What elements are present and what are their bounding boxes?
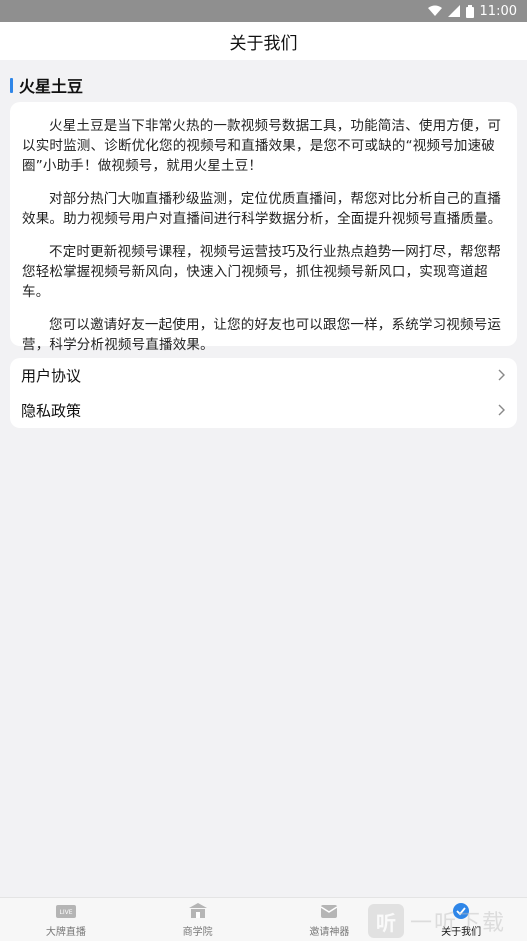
about-paragraph: 火星土豆是当下非常火热的一款视频号数据工具，功能简洁、使用方便，可以实时监测、诊… (22, 118, 502, 174)
tab-about[interactable]: 关于我们 (395, 898, 527, 941)
chevron-right-icon (497, 401, 505, 420)
tab-school[interactable]: 商学院 (132, 898, 264, 941)
link-label: 隐私政策 (21, 402, 82, 420)
live-icon: LIVE (55, 902, 77, 920)
tab-live[interactable]: LIVE 大牌直播 (0, 898, 132, 941)
status-time: 11:00 (479, 3, 517, 19)
tab-label: 邀请神器 (309, 926, 350, 938)
user-agreement-link[interactable]: 用户协议 (10, 358, 517, 393)
page-title: 关于我们 (229, 33, 298, 54)
about-paragraph: 对部分热门大咖直播秒级监测，定位优质直播间，帮您对比分析自己的直播效果。助力视频… (22, 191, 502, 227)
bottom-tab-bar: LIVE 大牌直播 商学院 邀请神器 关于我们 (0, 897, 527, 941)
about-paragraph: 不定时更新视频号课程，视频号运营技巧及行业热点趋势一网打尽，帮您帮您轻松掌握视频… (22, 244, 502, 300)
about-paragraph: 您可以邀请好友一起使用，让您的好友也可以跟您一样，系统学习视频号运营，科学分析视… (22, 317, 502, 353)
about-icon (450, 902, 472, 920)
about-card: 火星土豆是当下非常火热的一款视频号数据工具，功能简洁、使用方便，可以实时监测、诊… (10, 102, 517, 353)
battery-icon (465, 4, 474, 18)
page-header: 关于我们 (0, 22, 527, 60)
section-accent-bar (10, 77, 13, 93)
signal-icon (447, 5, 460, 17)
tab-label: 大牌直播 (45, 926, 86, 938)
section-title-text: 火星土豆 (19, 77, 84, 96)
link-label: 用户协议 (21, 367, 82, 385)
invite-icon (318, 902, 340, 920)
links-card: 用户协议 隐私政策 (10, 358, 517, 428)
section-heading: 火星土豆 (10, 74, 83, 96)
tab-invite[interactable]: 邀请神器 (264, 898, 396, 941)
status-icons (427, 4, 474, 18)
status-bar: 11:00 (0, 0, 527, 22)
privacy-policy-link[interactable]: 隐私政策 (10, 393, 517, 428)
chevron-right-icon (497, 366, 505, 385)
tab-label: 商学院 (182, 926, 213, 938)
svg-text:LIVE: LIVE (59, 909, 72, 916)
wifi-icon (427, 5, 442, 17)
tab-label: 关于我们 (441, 926, 482, 938)
school-icon (187, 902, 209, 920)
